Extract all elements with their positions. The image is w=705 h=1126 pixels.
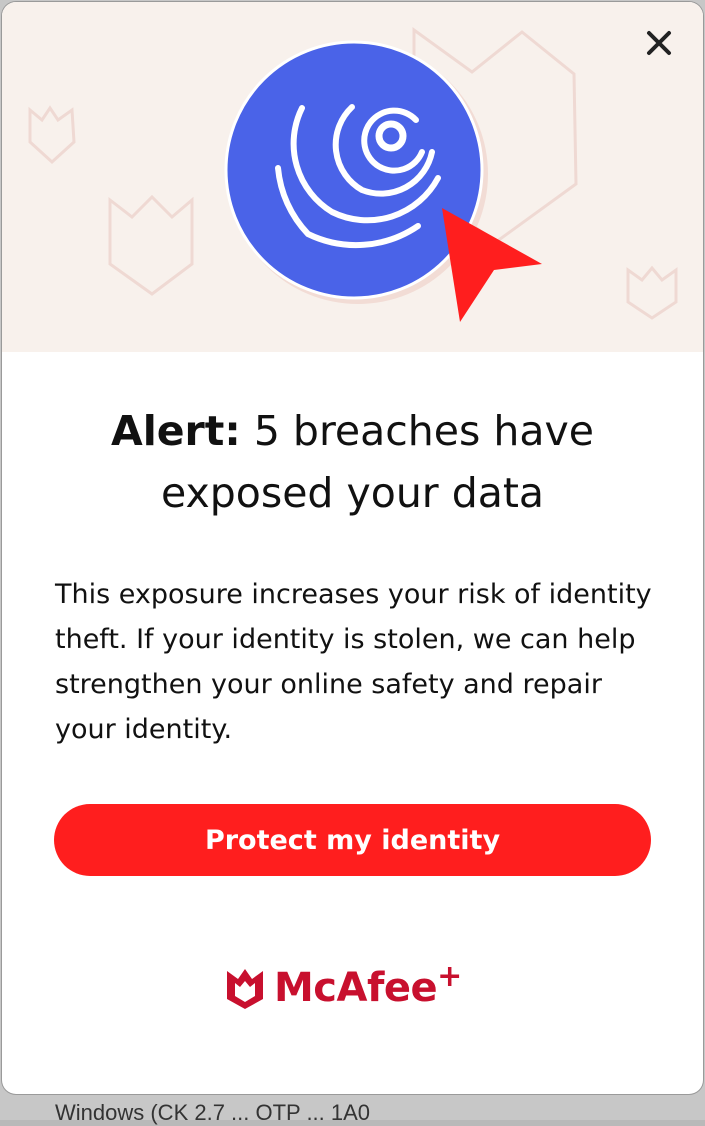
headline-strong: Alert: — [110, 407, 241, 455]
close-icon — [647, 31, 671, 55]
mcafee-logo: McAfee + — [224, 958, 463, 1016]
radar-scan-icon — [224, 40, 484, 300]
alert-headline: Alert: 5 breaches have exposed your data — [42, 400, 663, 524]
background-partial-text: Windows (CK 2.7 ... OTP ... 1A0 — [55, 1100, 371, 1125]
alert-body-text: This exposure increases your risk of ide… — [55, 579, 652, 745]
brand-plus: + — [437, 958, 463, 994]
close-button[interactable] — [638, 22, 680, 64]
pointer-arrow-icon — [442, 208, 542, 322]
brand-name: McAfee — [274, 965, 438, 1011]
hero-graphic — [28, 27, 678, 322]
hero-illustration — [2, 2, 703, 352]
identity-alert-dialog: Alert: 5 breaches have exposed your data… — [2, 2, 703, 1094]
mcafee-shield-icon — [227, 969, 263, 1009]
protect-identity-button[interactable]: Protect my identity — [54, 804, 651, 876]
